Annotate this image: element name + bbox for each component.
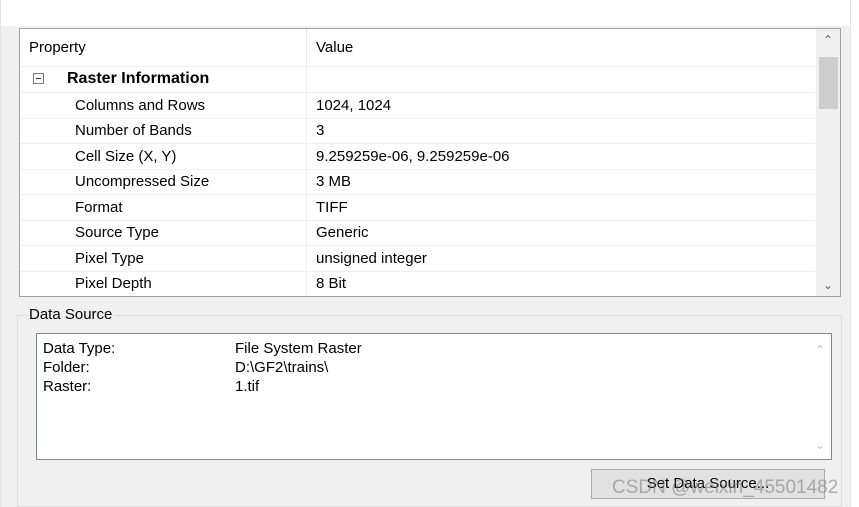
property-name: Source Type <box>75 224 159 241</box>
property-name: Pixel Type <box>75 250 144 267</box>
property-row[interactable]: Columns and Rows 1024, 1024 <box>20 93 815 119</box>
info-vertical-scrollbar[interactable]: ⌃ ⌄ <box>809 334 831 459</box>
property-column-header[interactable]: Property <box>29 39 86 56</box>
property-name: Cell Size (X, Y) <box>75 148 177 165</box>
collapse-icon[interactable] <box>33 73 44 84</box>
folder-value: D:\GF2\trains\ <box>235 359 329 376</box>
data-type-value: File System Raster <box>235 340 362 357</box>
property-value[interactable]: Generic <box>316 224 369 241</box>
property-value[interactable]: TIFF <box>316 199 348 216</box>
property-value[interactable]: 3 MB <box>316 173 351 190</box>
data-source-info-box[interactable]: Data Type: File System Raster Folder: D:… <box>36 333 832 460</box>
property-row[interactable]: Uncompressed Size 3 MB <box>20 169 815 195</box>
data-type-label: Data Type: <box>43 340 116 357</box>
property-row[interactable]: Cell Size (X, Y) 9.259259e-06, 9.259259e… <box>20 144 815 170</box>
folder-label: Folder: <box>43 359 90 376</box>
column-divider <box>306 220 307 245</box>
column-divider <box>306 67 307 92</box>
scrollbar-thumb[interactable] <box>819 57 838 109</box>
column-divider <box>306 144 307 169</box>
chevron-up-icon[interactable]: ⌃ <box>809 339 831 361</box>
grid-header: Property Value <box>20 29 815 67</box>
property-grid[interactable]: Property Value Raster Information Column… <box>19 28 841 297</box>
property-name: Columns and Rows <box>75 97 206 114</box>
properties-panel: Property Value Raster Information Column… <box>0 0 851 507</box>
column-divider <box>306 271 307 296</box>
column-divider <box>306 246 307 271</box>
column-divider <box>306 195 307 220</box>
property-value[interactable]: unsigned integer <box>316 250 427 267</box>
property-row[interactable]: Number of Bands 3 <box>20 118 815 144</box>
property-name: Number of Bands <box>75 122 192 139</box>
column-divider <box>306 93 307 118</box>
data-source-legend: Data Source <box>27 306 115 323</box>
property-row[interactable]: Source Type Generic <box>20 220 815 246</box>
property-value[interactable]: 1024, 1024 <box>316 97 391 114</box>
property-row[interactable]: Format TIFF <box>20 195 815 221</box>
property-row[interactable]: Pixel Depth 8 Bit <box>20 271 815 296</box>
value-column-header[interactable]: Value <box>316 39 353 56</box>
grid-vertical-scrollbar[interactable]: ⌃ ⌄ <box>816 29 840 296</box>
category-row-raster-information[interactable]: Raster Information <box>20 67 815 93</box>
property-name: Pixel Depth <box>75 275 152 292</box>
property-value[interactable]: 8 Bit <box>316 275 346 292</box>
chevron-up-icon[interactable]: ⌃ <box>816 29 840 51</box>
column-divider <box>306 169 307 194</box>
raster-label: Raster: <box>43 378 92 395</box>
watermark: CSDN @weixin_45501482 <box>612 477 839 498</box>
property-name: Format <box>75 199 123 216</box>
property-value[interactable]: 3 <box>316 122 324 139</box>
property-value[interactable]: 9.259259e-06, 9.259259e-06 <box>316 148 510 165</box>
panel-top-strip <box>1 0 850 26</box>
property-row[interactable]: Pixel Type unsigned integer <box>20 246 815 272</box>
property-name: Uncompressed Size <box>75 173 210 190</box>
chevron-down-icon[interactable]: ⌄ <box>816 274 840 296</box>
category-label: Raster Information <box>67 70 210 87</box>
column-divider[interactable] <box>306 29 307 66</box>
chevron-down-icon[interactable]: ⌄ <box>809 434 831 456</box>
raster-value: 1.tif <box>235 378 260 395</box>
column-divider <box>306 118 307 143</box>
